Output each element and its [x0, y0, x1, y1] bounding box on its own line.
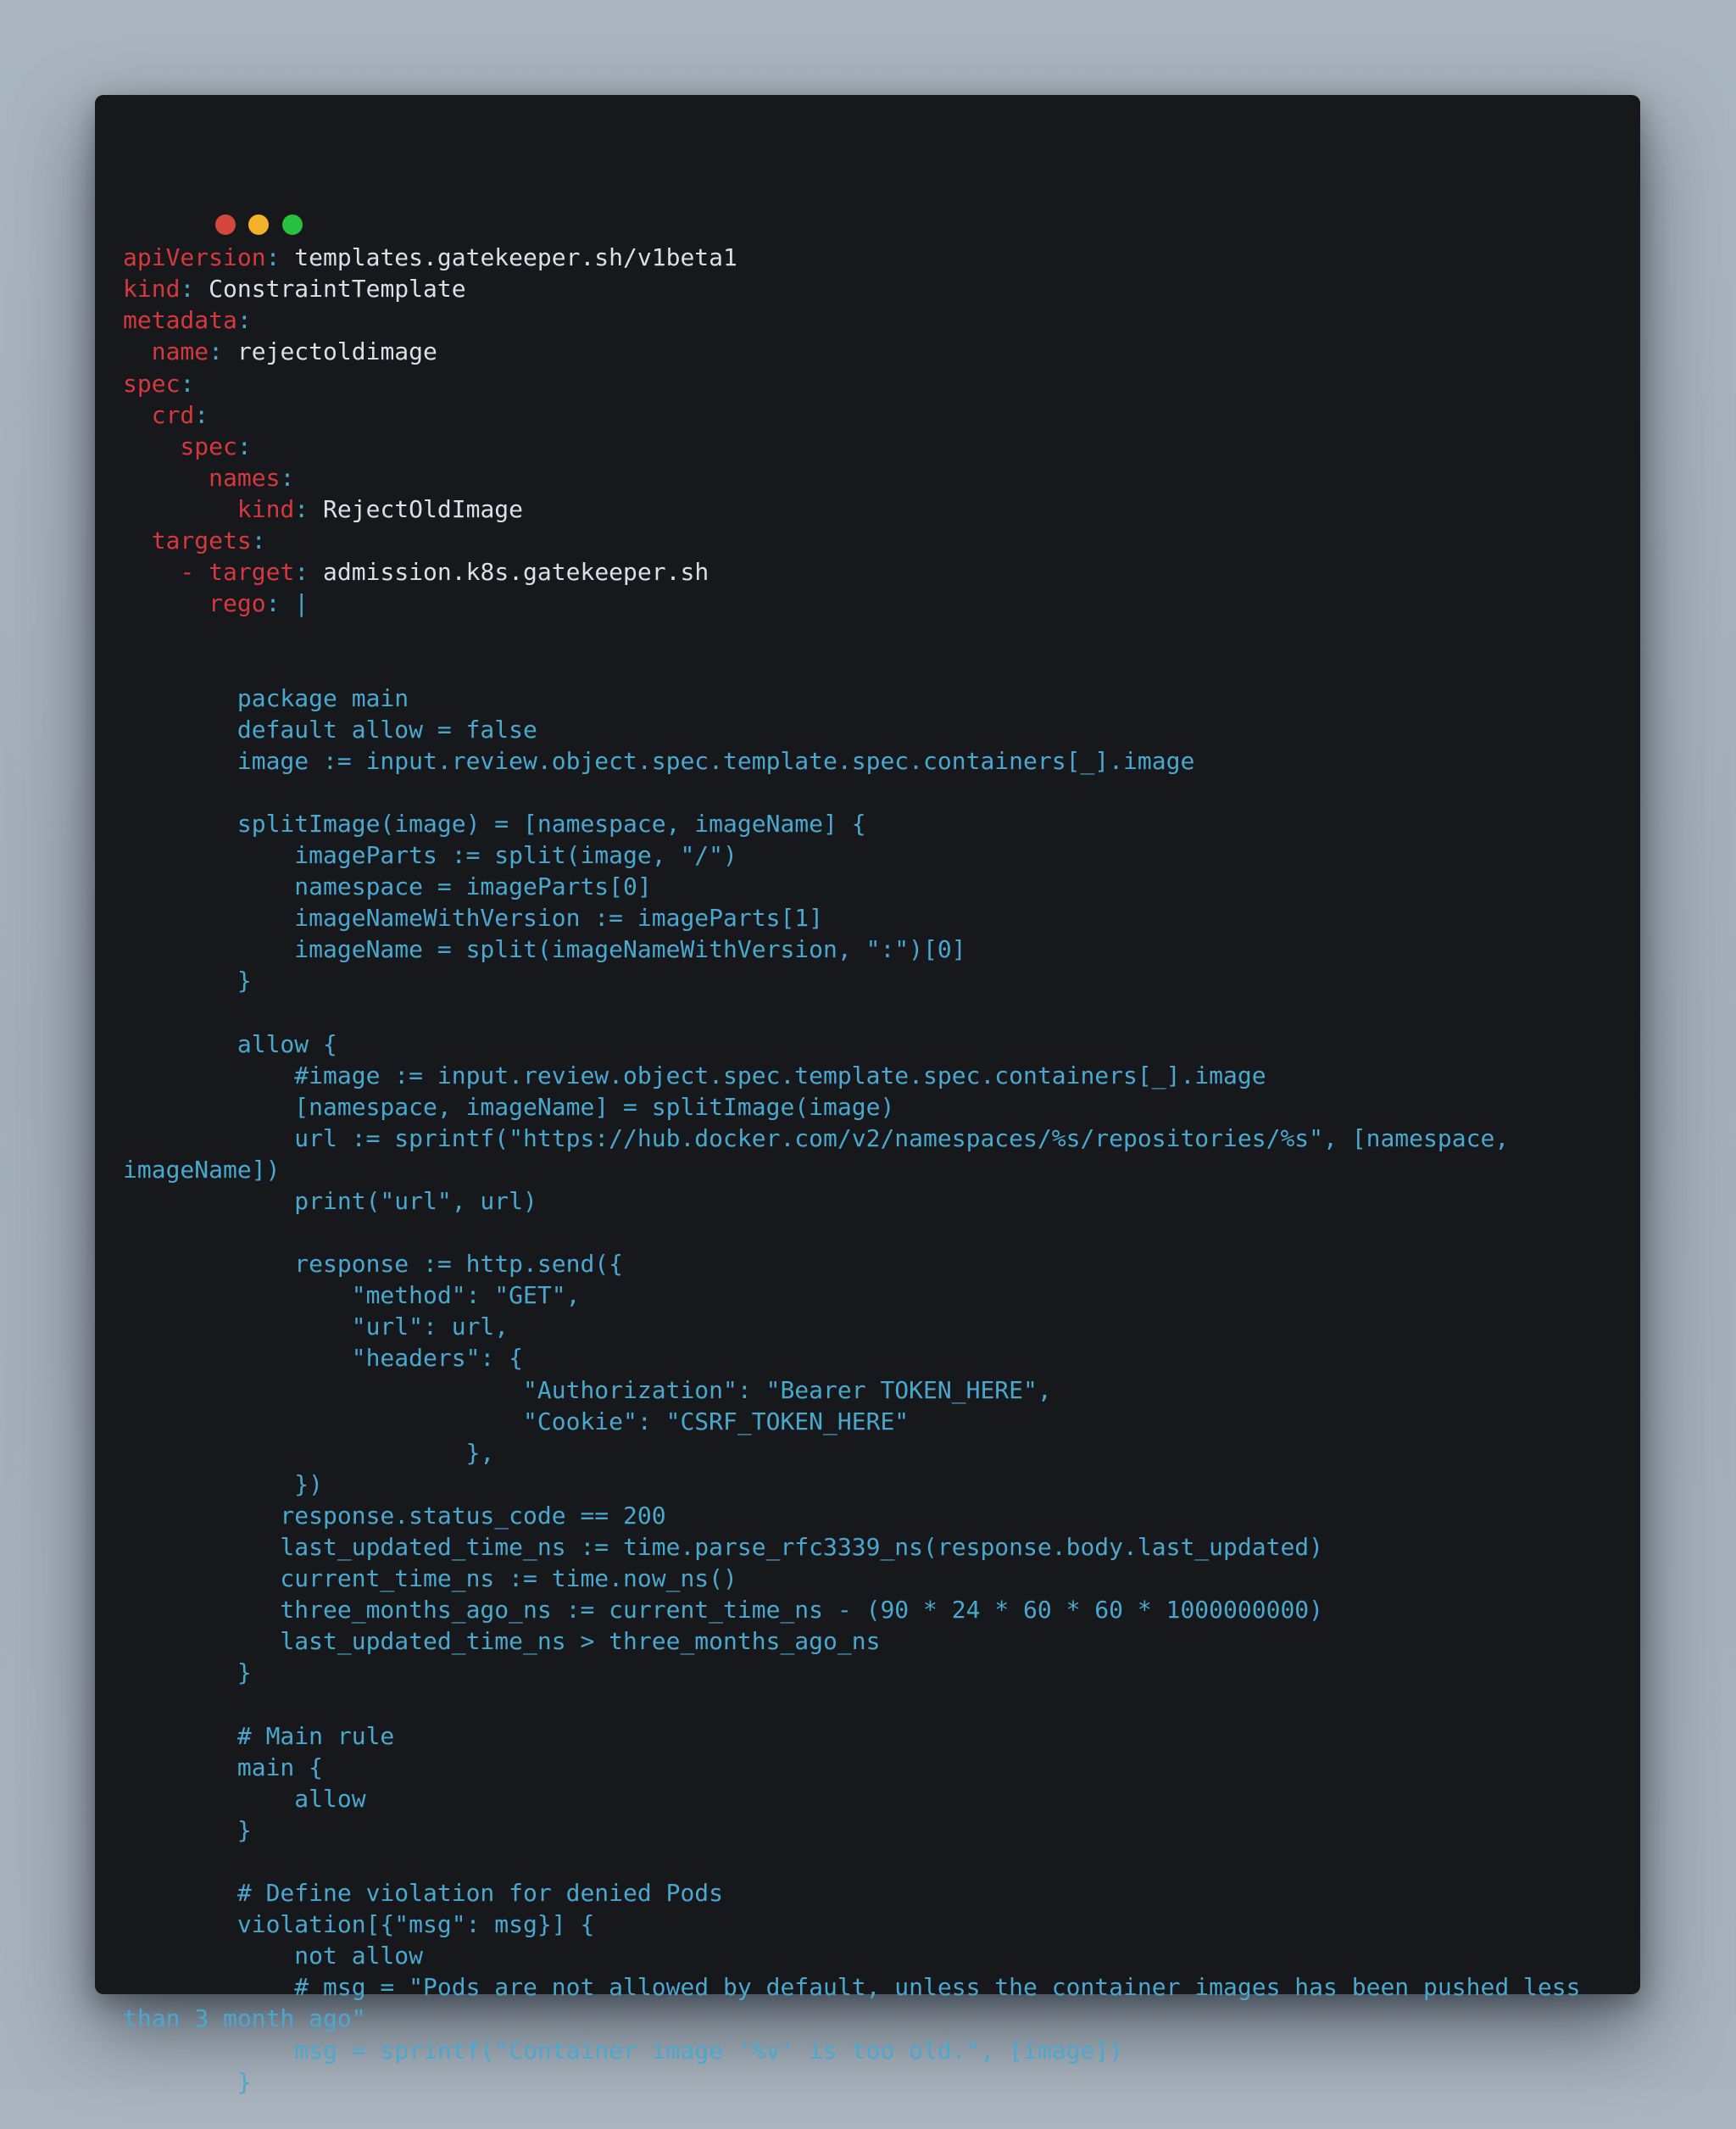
yaml-colon: : [209, 337, 224, 366]
yaml-value: admission.k8s.gatekeeper.sh [309, 558, 709, 587]
yaml-colon: : [194, 400, 209, 429]
rego-line: imageParts := split(image, "/") [123, 840, 737, 869]
rego-line: } [123, 2067, 252, 2096]
rego-line: "Cookie": "CSRF_TOKEN_HERE" [123, 1407, 910, 1435]
rego-line: than 3 month ago" [123, 2004, 366, 2033]
rego-line: "Authorization": "Bearer TOKEN_HERE", [123, 1375, 1052, 1404]
rego-line: not allow [123, 1942, 424, 1970]
rego-line: last_updated_time_ns := time.parse_rfc33… [123, 1533, 1324, 1562]
code-line: crd: [123, 399, 1632, 431]
rego-line: response.status_code == 200 [123, 1501, 666, 1530]
yaml-key: crd [151, 400, 195, 429]
rego-line: msg = sprintf("Container image '%v' is t… [123, 2036, 1124, 2065]
rego-line: current_time_ns := time.now_ns() [123, 1564, 737, 1593]
rego-line: print("url", url) [123, 1187, 537, 1215]
code-line: targets: [123, 525, 1632, 556]
code-block: apiVersion: templates.gatekeeper.sh/v1be… [123, 179, 1632, 2129]
code-line: spec: [123, 431, 1632, 462]
rego-line: namespace = imageParts[0] [123, 872, 652, 901]
yaml-key: kind [123, 275, 181, 304]
rego-line: allow [123, 1784, 366, 1813]
rego-line: [namespace, imageName] = splitImage(imag… [123, 1092, 895, 1121]
code-line: metadata: [123, 304, 1632, 336]
rego-line: } [123, 967, 252, 995]
code-line: - target: admission.k8s.gatekeeper.sh [123, 556, 1632, 588]
yaml-key: spec [123, 369, 181, 398]
yaml-colon: : [180, 369, 195, 398]
yaml-key: rego [209, 589, 266, 618]
rego-line: splitImage(image) = [namespace, imageNam… [123, 809, 866, 838]
yaml-value: rejectoldimage [223, 337, 437, 366]
rego-line [123, 1689, 1632, 1720]
yaml-colon: : [236, 432, 252, 460]
rego-line: }) [123, 1469, 324, 1498]
rego-line: three_months_ago_ns := current_time_ns -… [123, 1596, 1324, 1625]
code-line: names: [123, 462, 1632, 493]
yaml-value: ConstraintTemplate [194, 275, 466, 304]
rego-line: } [123, 1815, 252, 1844]
rego-line [123, 1846, 1632, 1877]
yaml-colon: : [265, 243, 281, 272]
rego-line: #image := input.review.object.spec.templ… [123, 1061, 1266, 1090]
rego-line: allow { [123, 1029, 337, 1058]
rego-line: imageName]) [123, 1155, 281, 1184]
yaml-colon: : [236, 306, 252, 335]
yaml-colon: : [265, 589, 281, 618]
code-line: spec: [123, 368, 1632, 399]
yaml-colon: : [180, 275, 195, 304]
rego-section: package main default allow = false image… [123, 683, 1632, 2098]
rego-line: imageName = split(imageNameWithVersion, … [123, 935, 966, 964]
yaml-value: | [280, 589, 309, 618]
rego-line: last_updated_time_ns > three_months_ago_… [123, 1627, 881, 1656]
rego-line: # Main rule [123, 1721, 395, 1750]
yaml-key: targets [151, 527, 252, 555]
yaml-colon: : [280, 463, 295, 492]
rego-line: # msg = "Pods are not allowed by default… [123, 1973, 1581, 2002]
rego-line: default allow = false [123, 715, 537, 744]
yaml-key: kind [236, 494, 295, 523]
rego-line: package main [123, 683, 409, 712]
rego-line: "url": url, [123, 1313, 509, 1341]
yaml-value: templates.gatekeeper.sh/v1beta1 [280, 243, 737, 272]
rego-line: } [123, 1658, 252, 1687]
yaml-section: apiVersion: templates.gatekeeper.sh/v1be… [123, 242, 1632, 619]
yaml-key: metadata [123, 306, 237, 335]
yaml-colon: : [294, 558, 309, 587]
rego-line: # Define violation for denied Pods [123, 1879, 724, 1908]
rego-line [123, 1217, 1632, 1248]
rego-line: imageNameWithVersion := imageParts[1] [123, 904, 824, 933]
code-line: name: rejectoldimage [123, 336, 1632, 367]
rego-line: violation[{"msg": msg}] { [123, 1910, 595, 1939]
yaml-colon: : [294, 494, 309, 523]
rego-line [123, 996, 1632, 1028]
yaml-colon: : [251, 527, 266, 555]
rego-line: "headers": { [123, 1344, 524, 1373]
yaml-value: RejectOldImage [309, 494, 524, 523]
rego-line: main { [123, 1753, 324, 1781]
rego-line: "method": "GET", [123, 1281, 581, 1310]
yaml-key: names [209, 463, 281, 492]
rego-line: response := http.send({ [123, 1250, 624, 1279]
rego-line: image := input.review.object.spec.templa… [123, 746, 1195, 775]
yaml-key: name [151, 337, 209, 366]
yaml-key: target [209, 558, 295, 587]
yaml-key: apiVersion [123, 243, 266, 272]
yaml-key: spec [180, 432, 237, 460]
rego-line: url := sprintf("https://hub.docker.com/v… [123, 1123, 1510, 1152]
code-line: rego: | [123, 588, 1632, 619]
code-line: kind: ConstraintTemplate [123, 273, 1632, 304]
code-line: kind: RejectOldImage [123, 493, 1632, 525]
code-line: apiVersion: templates.gatekeeper.sh/v1be… [123, 242, 1632, 273]
indent: - [123, 558, 209, 587]
rego-line: }, [123, 1438, 495, 1467]
rego-line [123, 777, 1632, 808]
